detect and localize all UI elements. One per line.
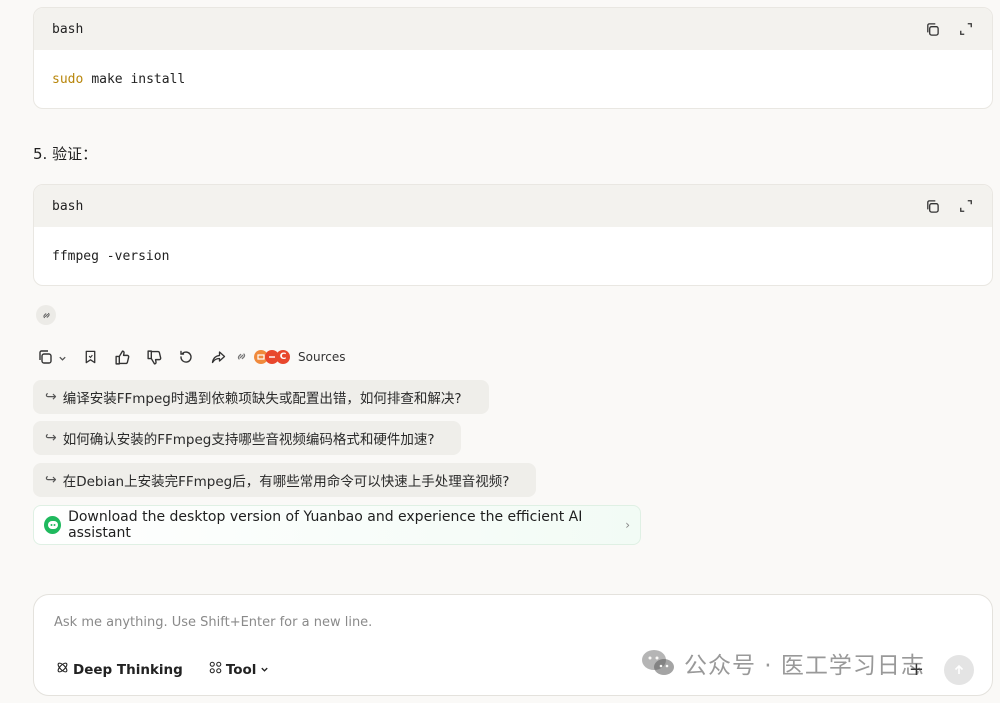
tool-label: Tool	[225, 661, 257, 678]
expand-icon[interactable]	[958, 21, 974, 37]
code-command: ffmpeg -version	[52, 248, 170, 264]
banner-text: Download the desktop version of Yuanbao …	[68, 509, 583, 541]
desktop-download-banner[interactable]: Download the desktop version of Yuanbao …	[33, 505, 641, 545]
code-block-header: bash	[34, 185, 992, 227]
watermark-text: 公众号 · 医工学习日志	[684, 653, 925, 679]
arrow-up-icon	[954, 664, 964, 674]
reply-arrow-icon: ↪	[45, 472, 57, 488]
sources-label: Sources	[298, 350, 346, 364]
copy-menu[interactable]	[36, 348, 67, 367]
thumbs-down-icon[interactable]	[145, 348, 163, 366]
regenerate-icon[interactable]	[177, 348, 195, 366]
sources-button[interactable]: C Sources	[235, 348, 345, 367]
link-icon	[42, 312, 50, 318]
copy-icon	[36, 348, 54, 366]
code-content: sudo make install	[34, 50, 992, 108]
share-icon[interactable]	[209, 348, 227, 366]
atom-icon	[56, 661, 69, 678]
expand-icon[interactable]	[958, 198, 974, 214]
suggestion-text: 如何确认安装的FFmpeg支持哪些音视频编码格式和硬件加速?	[62, 432, 435, 448]
code-command: make install	[91, 71, 186, 87]
reply-arrow-icon: ↪	[45, 389, 57, 405]
yuanbao-logo-icon	[44, 516, 62, 534]
message-input[interactable]	[54, 611, 934, 633]
message-action-bar: C Sources	[36, 346, 345, 368]
step-heading: 5. 验证：	[33, 145, 98, 163]
send-button[interactable]	[944, 655, 974, 685]
code-language-label: bash	[52, 21, 84, 37]
code-block-verify: bash ffmpeg -version	[33, 184, 993, 286]
suggested-question[interactable]: ↪ 如何确认安装的FFmpeg支持哪些音视频编码格式和硬件加速?	[33, 421, 461, 455]
tool-dropdown[interactable]: Tool	[209, 661, 270, 678]
code-language-label: bash	[52, 198, 84, 214]
copy-icon[interactable]	[924, 198, 940, 214]
reply-arrow-icon: ↪	[45, 430, 57, 446]
source-logo-c-icon: C	[276, 350, 290, 364]
thumbs-up-icon[interactable]	[113, 348, 131, 366]
chevron-right-icon: ›	[625, 518, 630, 532]
code-keyword: sudo	[52, 71, 84, 87]
chat-composer: Deep Thinking Tool +	[33, 594, 993, 696]
source-logos: C	[252, 350, 290, 364]
deep-thinking-label: Deep Thinking	[73, 661, 183, 678]
chevron-down-icon	[260, 662, 269, 678]
deep-thinking-toggle[interactable]: Deep Thinking	[56, 661, 183, 678]
copy-icon[interactable]	[924, 21, 940, 37]
reference-link-button[interactable]	[36, 305, 56, 325]
suggestion-text: 编译安装FFmpeg时遇到依赖项缺失或配置出错，如何排查和解决?	[62, 391, 462, 407]
suggestion-text: 在Debian上安装完FFmpeg后，有哪些常用命令可以快速上手处理音视频?	[62, 474, 510, 490]
link-icon	[235, 348, 248, 367]
chevron-down-icon	[58, 348, 67, 367]
tools-grid-icon	[209, 661, 222, 678]
suggested-question[interactable]: ↪ 在Debian上安装完FFmpeg后，有哪些常用命令可以快速上手处理音视频?	[33, 463, 536, 497]
wechat-icon	[642, 650, 674, 675]
code-block-header: bash	[34, 8, 992, 50]
suggested-question[interactable]: ↪ 编译安装FFmpeg时遇到依赖项缺失或配置出错，如何排查和解决?	[33, 380, 489, 414]
watermark: 公众号 · 医工学习日志	[640, 646, 925, 680]
bookmark-icon[interactable]	[81, 348, 99, 366]
code-block-install: bash sudo make install	[33, 7, 993, 109]
code-content: ffmpeg -version	[34, 227, 992, 285]
